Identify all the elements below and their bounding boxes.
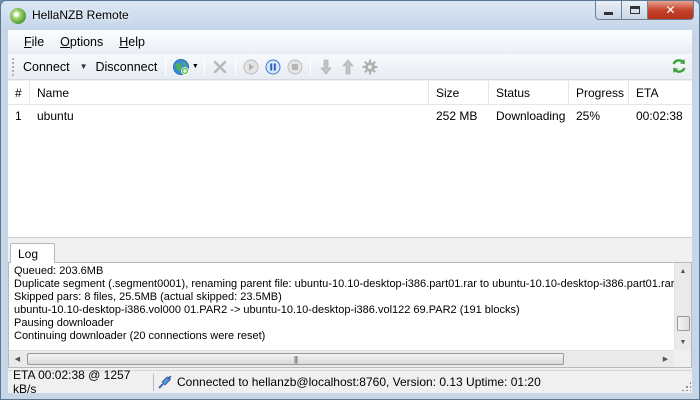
connect-label: Connect xyxy=(23,59,70,74)
log-line: Continuing downloader (20 connections we… xyxy=(14,330,266,342)
app-logo-icon xyxy=(10,8,26,24)
arrow-up-icon xyxy=(342,59,354,74)
menu-help-label: elp xyxy=(128,35,145,49)
stop-icon xyxy=(287,59,303,74)
pause-icon xyxy=(265,59,281,74)
status-eta: ETA 00:02:38 @ 1257 kB/s xyxy=(8,368,154,396)
menu-bar: File Options Help xyxy=(8,30,692,54)
cancel-button[interactable] xyxy=(209,56,231,78)
column-header-progress[interactable]: Progress xyxy=(569,80,629,105)
play-button[interactable] xyxy=(240,56,262,78)
cell-progress: 25% xyxy=(576,109,601,123)
app-window: HellaNZB Remote ✕ File Options Help Conn… xyxy=(0,0,700,400)
cell-number: 1 xyxy=(15,109,22,123)
log-line: Queued: 203.6MB xyxy=(14,265,104,277)
status-bar: ETA 00:02:38 @ 1257 kB/s Connected to he… xyxy=(8,368,692,396)
toolbar-separator xyxy=(310,57,312,76)
tab-log[interactable]: Log xyxy=(10,243,55,263)
maximize-button[interactable] xyxy=(622,1,648,20)
disconnect-button[interactable]: Disconnect xyxy=(91,60,161,74)
stop-button[interactable] xyxy=(284,56,306,78)
status-connection: Connected to hellanzb@localhost:8760, Ve… xyxy=(154,374,541,390)
settings-button[interactable] xyxy=(359,56,381,78)
column-header-size[interactable]: Size xyxy=(429,80,489,105)
pause-button[interactable] xyxy=(262,56,284,78)
log-line: Duplicate segment (.segment0001), renami… xyxy=(14,278,674,290)
disconnect-label: Disconnect xyxy=(95,59,158,74)
column-header-status[interactable]: Status xyxy=(489,80,569,105)
connect-button[interactable]: Connect ▼ xyxy=(19,60,91,74)
log-line: Skipped pars: 8 files, 25.5MB (actual sk… xyxy=(14,291,282,303)
move-up-button[interactable] xyxy=(337,56,359,78)
title-bar[interactable]: HellaNZB Remote ✕ xyxy=(1,1,699,30)
scrollbar-corner xyxy=(674,350,691,367)
cell-size: 252 MB xyxy=(436,109,478,123)
menu-file-accel: F xyxy=(24,35,32,49)
log-horizontal-scrollbar[interactable]: ◀ ||| ▶ xyxy=(9,350,674,367)
column-header-number[interactable]: # xyxy=(8,80,30,105)
cancel-x-icon xyxy=(214,60,227,73)
move-down-button[interactable] xyxy=(315,56,337,78)
menu-options[interactable]: Options xyxy=(52,35,111,49)
table-row[interactable]: 1 ubuntu 252 MB Downloading 25% 00:02:38 xyxy=(8,105,692,127)
toolbar: Connect ▼ Disconnect ▼ xyxy=(8,54,692,80)
cell-name: ubuntu xyxy=(37,109,74,123)
add-nzb-button[interactable]: ▼ xyxy=(170,56,200,78)
log-panel: Queued: 203.6MB Duplicate segment (.segm… xyxy=(8,262,692,368)
globe-icon xyxy=(172,58,189,75)
close-icon: ✕ xyxy=(665,3,676,17)
column-header-name[interactable]: Name xyxy=(30,80,429,105)
log-line: ubuntu-10.10-desktop-i386.vol000 01.PAR2… xyxy=(14,304,520,316)
caption-buttons: ✕ xyxy=(595,1,694,21)
log-line: Pausing downloader xyxy=(14,317,114,329)
close-button[interactable]: ✕ xyxy=(648,1,694,20)
toolbar-separator xyxy=(235,57,237,76)
scroll-right-icon[interactable]: ▶ xyxy=(657,351,674,367)
scroll-down-icon[interactable]: ▼ xyxy=(675,334,691,351)
maximize-icon xyxy=(629,6,640,14)
minimize-button[interactable] xyxy=(595,1,622,20)
play-icon xyxy=(243,59,259,74)
minimize-icon xyxy=(604,11,613,15)
menu-help[interactable]: Help xyxy=(111,35,153,49)
arrow-down-icon xyxy=(320,59,332,74)
scroll-up-icon[interactable]: ▲ xyxy=(675,263,691,280)
menu-options-accel: O xyxy=(60,35,70,49)
connection-text: Connected to hellanzb@localhost:8760, Ve… xyxy=(177,375,541,389)
toolbar-separator xyxy=(204,57,206,76)
table-header: # Name Size Status Progress ETA xyxy=(8,80,692,105)
menu-help-accel: H xyxy=(119,35,129,49)
downloads-table: # Name Size Status Progress ETA 1 ubuntu… xyxy=(8,80,692,238)
log-text[interactable]: Queued: 203.6MB Duplicate segment (.segm… xyxy=(14,265,674,349)
refresh-button[interactable] xyxy=(670,57,688,78)
refresh-icon xyxy=(672,59,686,73)
window-title: HellaNZB Remote xyxy=(32,8,129,22)
log-vertical-scrollbar[interactable]: ▲ ▼ xyxy=(674,263,691,351)
resize-grip[interactable] xyxy=(681,381,691,391)
connect-dropdown-icon[interactable]: ▼ xyxy=(80,62,88,71)
scroll-left-icon[interactable]: ◀ xyxy=(9,351,26,367)
toolbar-grip[interactable] xyxy=(12,57,15,76)
toolbar-separator xyxy=(165,57,167,76)
gear-icon xyxy=(362,59,378,74)
vertical-scroll-thumb[interactable] xyxy=(677,316,690,331)
menu-file-label: ile xyxy=(31,35,45,49)
menu-options-label: ptions xyxy=(69,35,104,49)
connection-plug-icon xyxy=(158,375,172,389)
client-area: File Options Help Connect ▼ Disconnect ▼… xyxy=(8,30,692,396)
menu-file[interactable]: File xyxy=(16,35,52,49)
add-nzb-dropdown-icon[interactable]: ▼ xyxy=(192,63,199,70)
horizontal-scroll-thumb[interactable]: ||| xyxy=(27,353,564,365)
column-header-eta[interactable]: ETA xyxy=(629,81,692,105)
cell-eta: 00:02:38 xyxy=(636,109,683,123)
cell-status: Downloading xyxy=(496,109,566,123)
